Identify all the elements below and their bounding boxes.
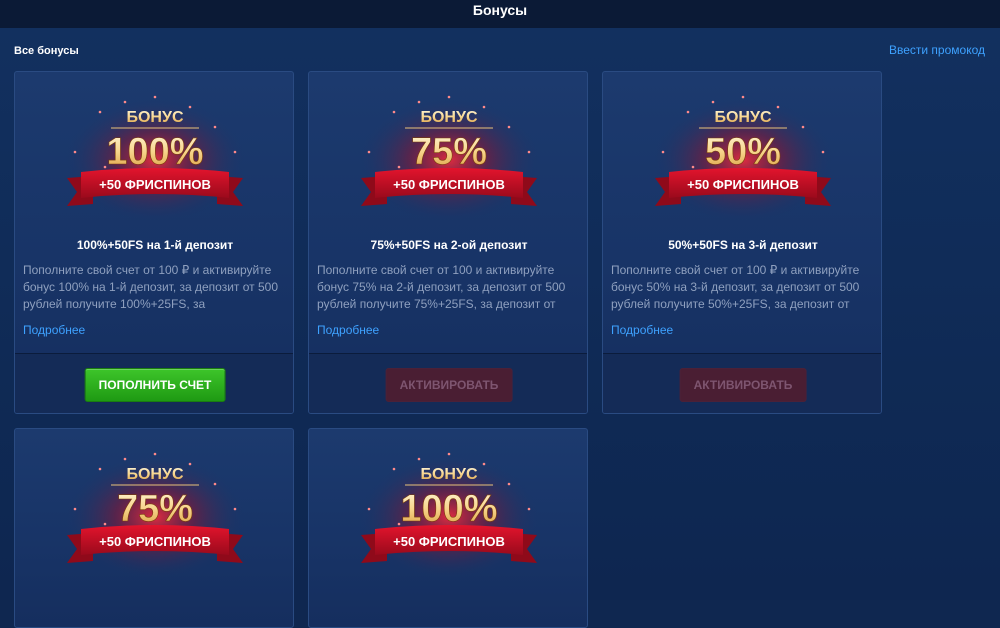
top-bar: Бонусы [0,0,1000,28]
bonus-more-link[interactable]: Подробнее [611,323,673,337]
badge-ribbon-text: +50 ФРИСПИНОВ [99,177,211,192]
bonus-card: БОНУС 100% +50 ФРИСПИНОВ [308,428,588,628]
badge-top-text: БОНУС [420,466,477,483]
bonus-banner: БОНУС 50% +50 ФРИСПИНОВ [603,72,881,222]
badge-percent-text: 100% [400,488,497,530]
bonus-badge-graphic: БОНУС 75% +50 ФРИСПИНОВ [65,452,245,579]
badge-percent-text: 50% [705,131,781,173]
sparkle [397,165,401,169]
bonus-banner: БОНУС 75% +50 ФРИСПИНОВ [309,72,587,222]
enter-promo-code-link[interactable]: Ввести промокод [889,43,985,57]
sparkle [123,457,127,461]
bonus-title: 50%+50FS на 3-й депозит [668,238,818,252]
sparkle [73,507,77,511]
sparkle [98,467,102,471]
bonus-description: Пополните свой счет от 100 ₽ и активируй… [23,263,279,311]
sparkle [482,105,486,109]
bonus-title: 100%+50FS на 1-й депозит [76,238,234,252]
bonus-title: 75%+50FS на 2-ой депозит [370,238,528,252]
badge-top-text: БОНУС [126,109,183,126]
sparkle [447,95,451,99]
sparkle [447,452,451,456]
deposit-button[interactable]: ПОПОЛНИТЬ СЧЕТ [84,368,226,402]
sparkle [527,507,531,511]
sparkle [233,507,237,511]
badge-top-text: БОНУС [420,109,477,126]
sparkle [367,507,371,511]
sparkle [741,95,745,99]
bonus-more-link[interactable]: Подробнее [23,323,85,337]
badge-percent-text: 100% [106,131,203,173]
sparkle [392,110,396,114]
bonus-card-footer: АКТИВИРОВАТЬ [603,353,881,413]
bonus-badge-graphic: БОНУС 100% +50 ФРИСПИНОВ [359,452,539,579]
sparkle [821,150,825,154]
badge-percent-text: 75% [117,488,193,530]
sparkle [367,150,371,154]
bonus-description: Пополните свой счет от 100 и активируйте… [317,263,566,311]
sparkle [527,150,531,154]
sparkle [686,110,690,114]
sparkle [711,100,715,104]
sparkle [661,150,665,154]
sparkle [417,457,421,461]
sparkle [188,105,192,109]
sparkle [507,482,511,486]
bonus-card: БОНУС 75% +50 ФРИСПИНОВ 75%+50FS на 2-ой д… [308,71,588,414]
badge-percent-text: 75% [411,131,487,173]
bonus-more-link[interactable]: Подробнее [317,323,379,337]
sparkle [188,462,192,466]
section-title: Все бонусы [14,45,79,57]
sparkle [153,452,157,456]
sparkle [801,125,805,129]
bonus-card-footer: АКТИВИРОВАТЬ [309,353,587,413]
sparkle [123,100,127,104]
bonus-banner: БОНУС 100% +50 ФРИСПИНОВ [309,429,587,579]
activate-button[interactable]: АКТИВИРОВАТЬ [679,368,807,402]
sparkle [507,125,511,129]
sparkle [776,105,780,109]
bonus-card: БОНУС 75% +50 ФРИСПИНОВ [14,428,294,628]
bonus-badge-graphic: БОНУС 75% +50 ФРИСПИНОВ [359,95,539,222]
page-title: Бонусы [472,2,528,18]
sparkle [392,467,396,471]
sparkle [691,165,695,169]
bonus-card: БОНУС 100% +50 ФРИСПИНОВ 100%+50FS на 1-й … [14,71,294,414]
bonus-description: Пополните свой счет от 100 ₽ и активируй… [611,263,860,311]
badge-ribbon-text: +50 ФРИСПИНОВ [393,177,505,192]
bonus-badge-graphic: БОНУС 50% +50 ФРИСПИНОВ [653,95,833,222]
bonus-badge-graphic: БОНУС 100% +50 ФРИСПИНОВ [65,95,245,222]
bonus-card: БОНУС 50% +50 ФРИСПИНОВ 50%+50FS на 3-й де… [602,71,882,414]
sparkle [98,110,102,114]
sparkle [233,150,237,154]
badge-ribbon-text: +50 ФРИСПИНОВ [393,534,505,549]
sparkle [417,100,421,104]
activate-button[interactable]: АКТИВИРОВАТЬ [385,368,513,402]
bonus-banner: БОНУС 75% +50 ФРИСПИНОВ [15,429,293,579]
sparkle [153,95,157,99]
sparkle [73,150,77,154]
sparkle [213,482,217,486]
sparkle [103,522,107,526]
sparkle [213,125,217,129]
bonus-banner: БОНУС 100% +50 ФРИСПИНОВ [15,72,293,222]
badge-top-text: БОНУС [714,109,771,126]
sparkle [482,462,486,466]
bonus-card-footer: ПОПОЛНИТЬ СЧЕТ [15,353,293,413]
badge-ribbon-text: +50 ФРИСПИНОВ [687,177,799,192]
badge-top-text: БОНУС [126,466,183,483]
badge-ribbon-text: +50 ФРИСПИНОВ [99,534,211,549]
bonuses-main: Все бонусы Ввести промокод БОНУС 100% +50 … [0,28,1000,628]
